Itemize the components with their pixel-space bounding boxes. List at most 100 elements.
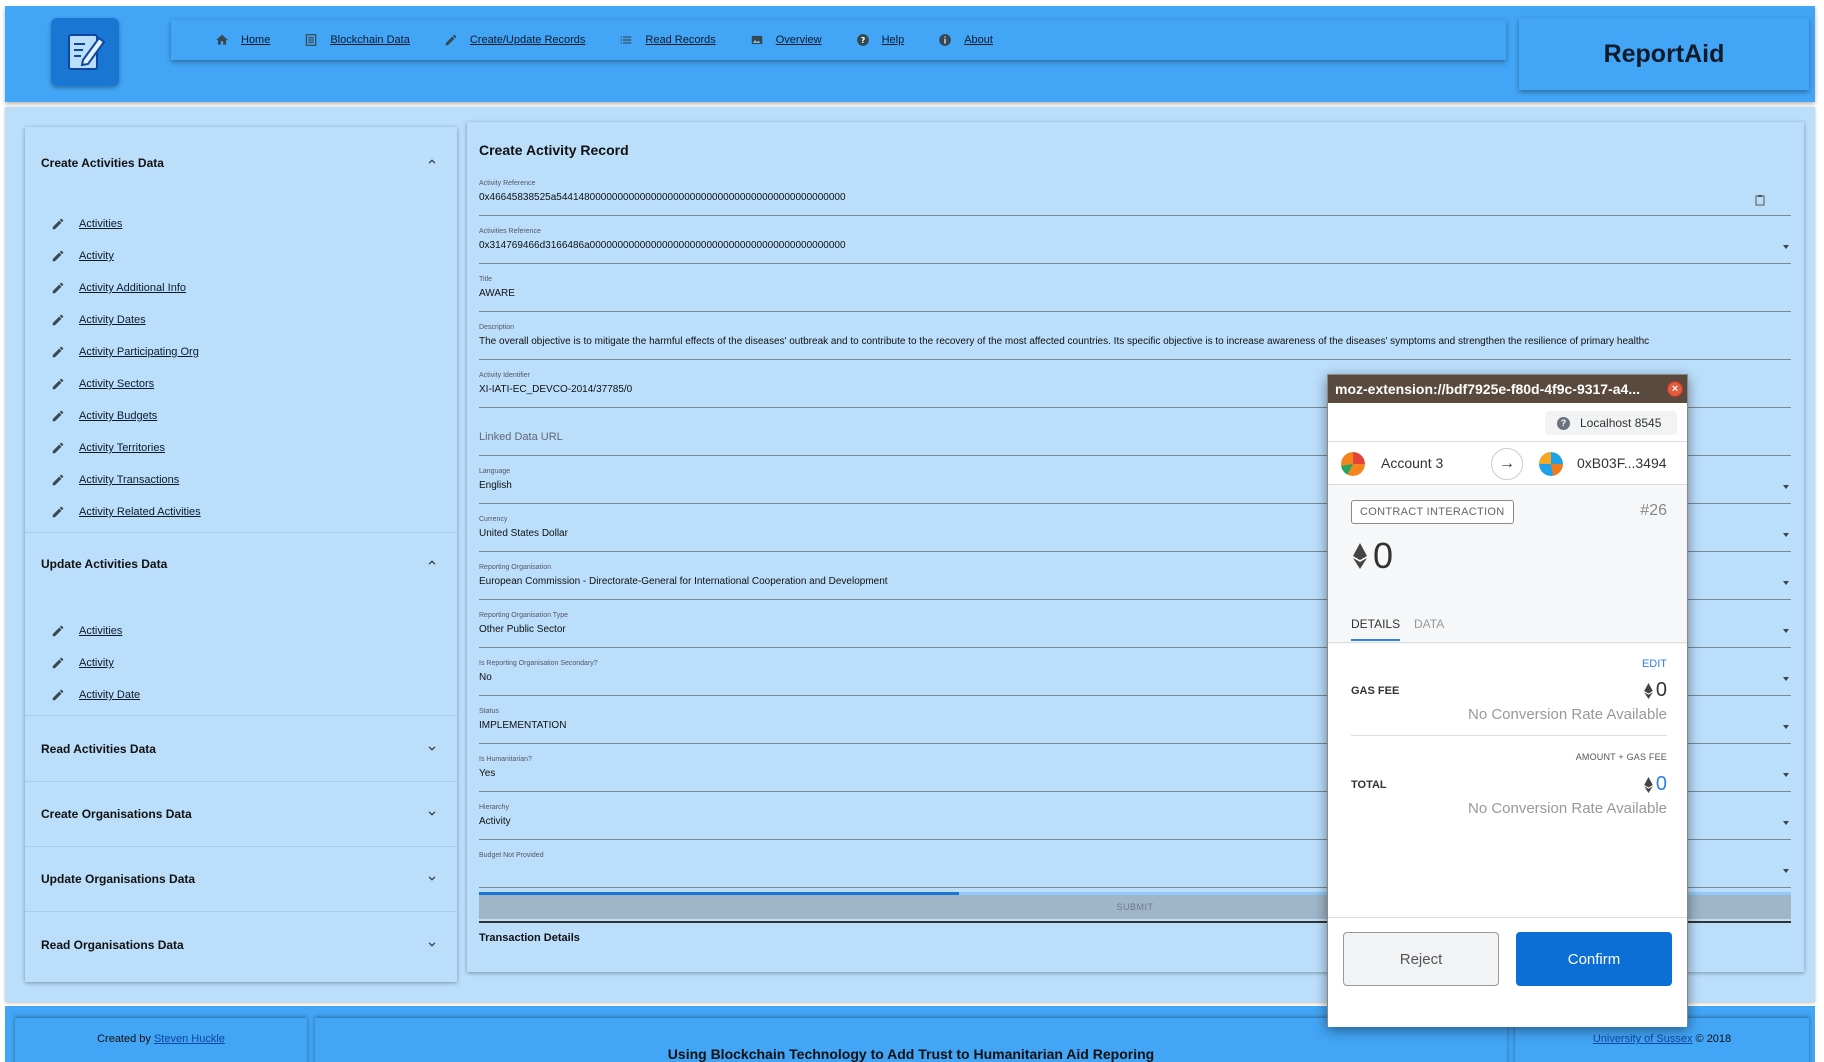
sidebar-item-activity-participating-org[interactable]: Activity Participating Org bbox=[51, 345, 199, 359]
sidebar-item-activity-territories[interactable]: Activity Territories bbox=[51, 441, 165, 455]
dropdown-arrow-icon[interactable] bbox=[1783, 533, 1789, 537]
sidebar: Create Activities Data Activities Activi… bbox=[25, 127, 457, 982]
total-label: TOTAL bbox=[1351, 779, 1387, 791]
sidebar-item-label: Activity Territories bbox=[79, 442, 165, 454]
section-create-activities-header[interactable]: Create Activities Data bbox=[25, 133, 457, 193]
section-create-orgs-header[interactable]: Create Organisations Data bbox=[25, 784, 457, 844]
pencil-icon bbox=[52, 314, 64, 326]
nav-create-update-records[interactable]: Create/Update Records bbox=[444, 33, 585, 47]
dropdown-arrow-icon[interactable] bbox=[1783, 773, 1789, 777]
nav-label: Help bbox=[881, 34, 905, 46]
chevron-down-icon bbox=[428, 746, 436, 751]
app-header: Home Blockchain Data Create/Update Recor… bbox=[5, 6, 1815, 102]
ethereum-icon bbox=[1644, 776, 1653, 793]
from-account: Account 3 bbox=[1381, 455, 1444, 471]
sidebar-item-activity-related-activities[interactable]: Activity Related Activities bbox=[51, 505, 201, 519]
sidebar-item-activity[interactable]: Activity bbox=[51, 249, 114, 263]
university-link[interactable]: University of Sussex bbox=[1593, 1033, 1693, 1045]
pencil-icon bbox=[52, 282, 64, 294]
sidebar-item-label: Activity bbox=[79, 250, 114, 262]
sidebar-item-label: Activity Budgets bbox=[79, 410, 158, 422]
total-amount: 0 bbox=[1655, 773, 1667, 795]
gas-fee-value: 0 bbox=[1644, 679, 1667, 702]
nav-overview[interactable]: Overview bbox=[750, 33, 822, 47]
confirm-button[interactable]: Confirm bbox=[1516, 932, 1672, 986]
transaction-details-title: Transaction Details bbox=[479, 932, 580, 944]
ethereum-icon bbox=[1353, 543, 1367, 569]
edit-link[interactable]: EDIT bbox=[1642, 658, 1667, 670]
dropdown-arrow-icon[interactable] bbox=[1783, 821, 1789, 825]
sidebar-item-update-activity[interactable]: Activity bbox=[51, 656, 114, 670]
activities-reference-select[interactable]: Activities Reference 0x314769466d3166486… bbox=[479, 228, 1791, 264]
pencil-icon bbox=[52, 346, 64, 358]
section-title: Update Organisations Data bbox=[41, 872, 196, 886]
nav-read-records[interactable]: Read Records bbox=[619, 33, 716, 47]
section-read-orgs-header[interactable]: Read Organisations Data bbox=[25, 915, 457, 975]
dropdown-arrow-icon[interactable] bbox=[1783, 629, 1789, 633]
dropdown-arrow-icon[interactable] bbox=[1783, 245, 1789, 249]
sidebar-item-activity-dates[interactable]: Activity Dates bbox=[51, 313, 146, 327]
popup-tabs: DETAILS DATA bbox=[1328, 605, 1687, 643]
chevron-up-icon bbox=[428, 159, 436, 164]
field-label: Is Reporting Organisation Secondary? bbox=[479, 660, 598, 667]
close-icon[interactable]: × bbox=[1667, 381, 1683, 397]
home-icon bbox=[216, 34, 228, 45]
sidebar-item-update-activities[interactable]: Activities bbox=[51, 624, 122, 638]
created-by-text: Created by bbox=[97, 1033, 151, 1045]
sidebar-item-activity-budgets[interactable]: Activity Budgets bbox=[51, 409, 157, 423]
pencil-icon bbox=[52, 218, 64, 230]
field-label: Activities Reference bbox=[479, 228, 541, 235]
field-value: 0x314769466d3166486a00000000000000000000… bbox=[479, 240, 846, 251]
sidebar-item-activity-additional-info[interactable]: Activity Additional Info bbox=[51, 281, 186, 295]
section-divider bbox=[25, 846, 457, 847]
title-field[interactable]: Title AWARE bbox=[479, 276, 1791, 312]
sidebar-item-update-activity-date[interactable]: Activity Date bbox=[51, 688, 140, 702]
field-value: AWARE bbox=[479, 288, 515, 299]
nav-help[interactable]: ? Help bbox=[856, 33, 905, 47]
dropdown-arrow-icon[interactable] bbox=[1783, 869, 1789, 873]
sidebar-item-activity-sectors[interactable]: Activity Sectors bbox=[51, 377, 154, 391]
sidebar-item-label: Activity Participating Org bbox=[79, 346, 199, 358]
popup-titlebar[interactable]: moz-extension://bdf7925e-f80d-4f9c-9317-… bbox=[1328, 375, 1687, 403]
description-field[interactable]: Description The overall objective is to … bbox=[479, 324, 1791, 360]
section-update-orgs-header[interactable]: Update Organisations Data bbox=[25, 849, 457, 909]
section-title: Read Organisations Data bbox=[41, 938, 184, 952]
nav-label: Blockchain Data bbox=[330, 34, 410, 46]
sidebar-item-activity-transactions[interactable]: Activity Transactions bbox=[51, 473, 179, 487]
sidebar-item-activities[interactable]: Activities bbox=[51, 217, 122, 231]
clipboard-icon[interactable] bbox=[1755, 194, 1765, 206]
pencil-icon bbox=[52, 474, 64, 486]
dropdown-arrow-icon[interactable] bbox=[1783, 677, 1789, 681]
tab-details[interactable]: DETAILS bbox=[1351, 617, 1401, 641]
reject-button[interactable]: Reject bbox=[1343, 932, 1499, 986]
network-selector[interactable]: ? Localhost 8545 bbox=[1545, 411, 1677, 435]
dropdown-arrow-icon[interactable] bbox=[1783, 725, 1789, 729]
activity-reference-field[interactable]: Activity Reference 0x46645838525a5441480… bbox=[479, 180, 1791, 216]
account-row: Account 3 → 0xB03F...3494 bbox=[1328, 441, 1687, 485]
pencil-icon bbox=[52, 689, 64, 701]
section-update-activities-header[interactable]: Update Activities Data bbox=[25, 534, 457, 594]
section-read-activities-header[interactable]: Read Activities Data bbox=[25, 719, 457, 779]
field-label: Reporting Organisation bbox=[479, 564, 551, 571]
dropdown-arrow-icon[interactable] bbox=[1783, 581, 1789, 585]
copyright-text: © 2018 bbox=[1695, 1033, 1732, 1045]
gas-fee-amount: 0 bbox=[1655, 679, 1667, 701]
field-label: Is Humanitarian? bbox=[479, 756, 532, 763]
nav-label: Read Records bbox=[645, 34, 716, 46]
nav-label: About bbox=[964, 34, 993, 46]
metamask-popup: moz-extension://bdf7925e-f80d-4f9c-9317-… bbox=[1327, 374, 1688, 1027]
dropdown-arrow-icon[interactable] bbox=[1783, 485, 1789, 489]
nav-about[interactable]: About bbox=[938, 33, 993, 47]
field-label: Activity Reference bbox=[479, 180, 536, 187]
app-logo[interactable] bbox=[51, 18, 119, 86]
pencil-icon bbox=[52, 657, 64, 669]
nav-home[interactable]: Home bbox=[215, 33, 270, 47]
nav-blockchain-data[interactable]: Blockchain Data bbox=[304, 33, 410, 47]
tab-data[interactable]: DATA bbox=[1414, 617, 1444, 631]
section-title: Update Activities Data bbox=[41, 557, 168, 571]
author-link[interactable]: Steven Huckle bbox=[154, 1033, 225, 1045]
field-value: The overall objective is to mitigate the… bbox=[479, 336, 1650, 347]
section-divider bbox=[25, 911, 457, 912]
pencil-icon bbox=[52, 250, 64, 262]
field-label: Hierarchy bbox=[479, 804, 509, 811]
